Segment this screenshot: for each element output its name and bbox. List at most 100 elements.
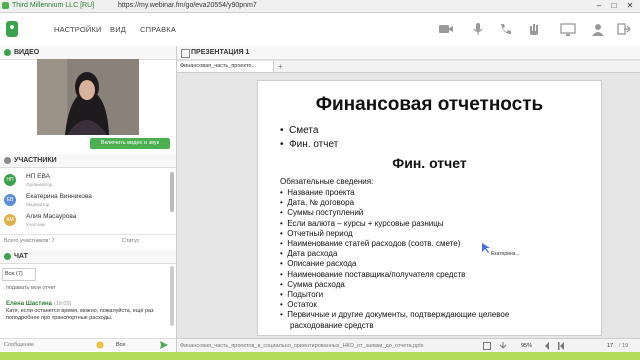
slide-list-item: расходование средств xyxy=(290,321,374,330)
browser-titlebar: Third Millennium LLC [RU] https://my.web… xyxy=(0,0,640,13)
chat-message-author-line: Елена Шастина (19:05) xyxy=(6,300,71,307)
pointer-user-label: Екатерина... xyxy=(491,251,520,257)
first-slide-icon[interactable] xyxy=(557,342,565,350)
maximize-button[interactable]: □ xyxy=(607,1,621,10)
video-status-icon xyxy=(4,49,11,56)
slide-list-item-text: Описание расхода xyxy=(287,259,357,269)
download-icon[interactable] xyxy=(499,342,507,350)
slide-bullet: • Смета xyxy=(280,125,319,136)
chat-input-bar: Сообщение Все xyxy=(0,338,176,351)
participant-item[interactable]: АМ Алия Масаурова Участник xyxy=(0,211,170,231)
chat-icon xyxy=(4,253,11,260)
slide-list-item: • Первичные и другие документы, подтверж… xyxy=(280,310,510,320)
presentation-icon xyxy=(181,49,190,58)
slide-list-item: • Название проекта xyxy=(280,188,355,197)
zoom-level[interactable]: 95% xyxy=(521,343,532,349)
slide-title: Финансовая отчетность xyxy=(315,94,544,115)
emoji-icon[interactable] xyxy=(96,341,104,349)
menu-help[interactable]: СПРАВКА xyxy=(140,25,176,34)
slide-list-item-text: Суммы поступлений xyxy=(287,208,364,218)
slide-list-item: • Наименование поставщика/получателя сре… xyxy=(280,269,466,279)
page-number[interactable]: 17 xyxy=(607,343,613,349)
slide-bullet-text: Смета xyxy=(289,125,319,136)
enable-video-sound-button[interactable]: Включить видео и звук xyxy=(90,138,170,149)
slide-intro: Обязательные сведения: xyxy=(280,177,374,186)
slide-list-item: • Остаток xyxy=(280,300,317,310)
address-bar[interactable]: https://my.webinar.fm/go/eva20554/y90pnm… xyxy=(118,2,257,9)
camera-icon[interactable] xyxy=(438,21,454,37)
slide-list-item-text: Дата расхода xyxy=(287,249,338,259)
slide-list-item-text: Название проекта xyxy=(287,188,355,197)
app-header: НАСТРОЙКИ ВИД СПРАВКА xyxy=(0,13,640,47)
participants-panel-header: УЧАСТНИКИ xyxy=(0,154,176,168)
screen-share-icon[interactable] xyxy=(560,21,576,37)
chat-panel-title[interactable]: ЧАТ xyxy=(14,253,28,260)
avatar: АМ xyxy=(4,214,16,226)
participants-scrollbar[interactable] xyxy=(170,172,174,212)
chat-scrollbar[interactable] xyxy=(170,266,174,326)
participant-name: Алия Масаурова xyxy=(26,213,77,220)
presentation-file-name: Финансовая_часть_проектов_в_социально_ор… xyxy=(180,343,424,349)
presentation-panel-header: ПРЕЗЕНТАЦИЯ 1 xyxy=(177,46,640,60)
tab-presentation-file[interactable]: Финансовая_часть_проекто... xyxy=(177,61,274,72)
presentation-footer: Финансовая_часть_проектов_в_социально_ор… xyxy=(177,338,640,353)
slide-list-item: • Суммы поступлений xyxy=(280,208,364,218)
chat-author: Елена Шастина xyxy=(6,301,52,307)
close-button[interactable]: ✕ xyxy=(623,1,637,10)
slide-subtitle: Фин. отчет xyxy=(392,155,467,171)
slide-list-item-text: Сумма расхода xyxy=(287,279,345,289)
status-dropdown[interactable]: Статус xyxy=(122,238,139,244)
chat-input[interactable]: Сообщение xyxy=(4,342,34,348)
chat-panel-header: ЧАТ xyxy=(0,250,176,264)
chat-time: (19:05) xyxy=(53,301,72,307)
slide-list-item-text: Дата, № договора xyxy=(287,198,355,208)
participants-panel-title[interactable]: УЧАСТНИКИ xyxy=(14,157,57,164)
menu-view[interactable]: ВИД xyxy=(110,25,126,34)
chat-filter-dropdown[interactable]: Все (7) xyxy=(2,268,36,281)
menu-settings[interactable]: НАСТРОЙКИ xyxy=(54,25,102,34)
presentation-panel-title[interactable]: ПРЕЗЕНТАЦИЯ 1 xyxy=(191,49,249,56)
video-feed xyxy=(37,59,139,135)
slide-list-item: • Отчетный период xyxy=(280,228,353,238)
slide-list-item-text: Первичные и другие документы, подтвержда… xyxy=(287,310,510,320)
webinar-logo-icon xyxy=(6,21,18,37)
slide-list-item: • Наименование статей расходов (соотв. с… xyxy=(280,239,461,248)
os-taskbar xyxy=(0,352,640,360)
phone-icon[interactable] xyxy=(498,21,514,37)
fullscreen-icon[interactable] xyxy=(483,342,491,350)
chat-filter-label: Все (7) xyxy=(5,271,23,277)
slide-list-item: • Описание расхода xyxy=(280,259,357,269)
previous-slide-icon[interactable] xyxy=(543,342,551,350)
send-icon[interactable] xyxy=(160,341,168,349)
chat-scope-dropdown[interactable]: Все xyxy=(116,342,125,348)
exit-icon[interactable] xyxy=(616,21,632,37)
slide-bullet: • Фин. отчет xyxy=(280,139,339,150)
participant-item[interactable]: НП НП ЕВА Организатор xyxy=(0,171,170,191)
participant-role: Участник xyxy=(26,222,45,227)
presenter-image xyxy=(37,59,139,135)
avatar: НП xyxy=(4,174,16,186)
hand-raise-icon[interactable] xyxy=(526,21,542,37)
add-tab-button[interactable]: + xyxy=(278,62,283,71)
participant-item[interactable]: ЕВ Екатерина Винникова Модератор xyxy=(0,191,170,211)
video-panel-title[interactable]: ВИДЕО xyxy=(14,49,39,56)
slide-bullet-text: Фин. отчет xyxy=(289,139,339,150)
participants-total: Всего участников: 7 xyxy=(4,238,55,244)
slide-list-item-text: Подытоги xyxy=(287,290,324,299)
page-total: / 19 xyxy=(619,343,629,349)
slide-list-item-text: Остаток xyxy=(287,300,317,310)
participant-role: Организатор xyxy=(26,182,53,187)
presentation-tab-bar: Финансовая_часть_проекто... + xyxy=(177,61,640,73)
video-panel-header: ВИДЕО xyxy=(0,46,176,60)
slide-list-item: • Сумма расхода xyxy=(280,279,345,289)
pointer-cursor-icon xyxy=(482,243,490,253)
microphone-icon[interactable] xyxy=(470,21,486,37)
user-profile-icon[interactable] xyxy=(590,21,606,37)
slide-list-item: • Подытоги xyxy=(280,290,324,299)
slide-list-item-text: Наименование поставщика/получателя средс… xyxy=(287,269,466,279)
slide-list-item-text: Если валюта – курсы + курсовые разницы xyxy=(287,218,444,228)
lock-icon xyxy=(2,2,9,9)
minimize-button[interactable]: – xyxy=(592,1,606,10)
participant-name: Екатерина Винникова xyxy=(26,193,92,200)
slide-list-item: • Дата расхода xyxy=(280,249,338,259)
